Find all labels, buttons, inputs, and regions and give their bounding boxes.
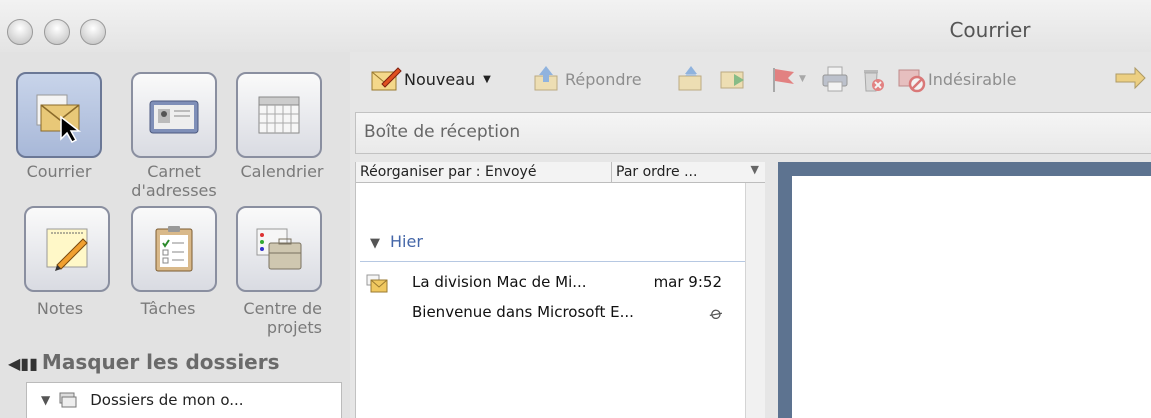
tasks-icon — [155, 226, 193, 272]
hide-folders-label: Masquer les dossiers — [41, 350, 280, 374]
reply-all-icon — [678, 66, 702, 91]
print-icon — [822, 66, 848, 92]
reply-button[interactable]: Répondre — [532, 64, 642, 94]
title-bar: Courrier — [0, 0, 1151, 52]
group-label: Hier — [390, 232, 423, 251]
calendar-app-button[interactable] — [236, 72, 322, 158]
junk-icon — [898, 69, 926, 93]
reply-label: Répondre — [565, 69, 642, 89]
unread-envelope-icon — [366, 274, 388, 293]
print-button[interactable] — [820, 64, 850, 94]
move-button[interactable] — [1113, 64, 1147, 94]
sort-order-caret-icon: ▼ — [750, 163, 759, 176]
flag-icon — [773, 68, 794, 92]
calendar-icon — [258, 96, 300, 134]
junk-button[interactable]: Indésirable — [896, 64, 1016, 94]
forward-icon — [720, 71, 744, 89]
folder-stack-icon — [59, 392, 77, 408]
address-book-app-label: Carnet d'adresses — [131, 162, 217, 200]
move-icon — [1115, 66, 1146, 90]
notes-icon — [46, 228, 88, 271]
flag-button[interactable]: ▼ — [768, 64, 806, 94]
attachment-icon: ⌀ — [706, 301, 728, 326]
mailbox-title: Boîte de réception — [364, 122, 521, 142]
reply-icon — [534, 66, 558, 91]
new-message-button[interactable]: Nouveau ▼ — [370, 64, 491, 94]
toolbar: Nouveau ▼ Répondre ▼ Indésirable — [350, 52, 1151, 102]
notes-app-button[interactable] — [24, 206, 110, 292]
calendar-app-label: Calendrier — [240, 162, 324, 181]
disclosure-triangle-icon[interactable]: ▼ — [370, 236, 380, 251]
tasks-app-label: Tâches — [140, 299, 196, 318]
mail-app-button[interactable] — [16, 72, 102, 158]
flag-dropdown-arrow-icon[interactable]: ▼ — [799, 74, 806, 84]
message-sender: La division Mac de Mi... — [412, 273, 587, 291]
tasks-app-button[interactable] — [131, 206, 217, 292]
message-row[interactable]: La division Mac de Mi... mar 9:52 — [412, 273, 722, 291]
new-message-label: Nouveau — [404, 69, 476, 89]
delete-button[interactable] — [857, 64, 887, 94]
preview-content — [792, 176, 1151, 418]
project-center-app-button[interactable] — [236, 206, 322, 292]
junk-label: Indésirable — [928, 69, 1017, 89]
sort-order-dropdown[interactable]: Par ordre ... ▼ — [611, 162, 765, 182]
mail-app-label: Courrier — [26, 162, 92, 181]
sort-order-label: Par ordre ... — [616, 164, 698, 180]
folder-tree: ▼ Dossiers de mon o... — [26, 382, 342, 418]
new-message-icon — [371, 67, 402, 91]
notes-app-label: Notes — [36, 299, 84, 318]
disclosure-triangle-icon[interactable]: ▼ — [41, 393, 50, 407]
address-book-app-button[interactable] — [131, 72, 217, 158]
project-center-icon — [256, 228, 302, 270]
mail-icon — [36, 94, 82, 143]
sidebar: Courrier Carnet d'adresses Calendrier No… — [0, 52, 350, 418]
sort-bar: Réorganiser par : Envoyé Par ordre ... ▼ — [356, 162, 765, 183]
trash-icon — [864, 70, 884, 92]
message-list-scrollbar[interactable] — [745, 183, 765, 418]
collapse-icon: ◀▮▮ — [8, 354, 38, 373]
folder-tree-root[interactable]: ▼ Dossiers de mon o... — [41, 391, 244, 409]
dropdown-arrow-icon[interactable]: ▼ — [483, 74, 491, 85]
zoom-window-button[interactable] — [80, 19, 106, 45]
folder-tree-root-label: Dossiers de mon o... — [90, 391, 244, 409]
address-book-icon — [149, 100, 199, 134]
sort-by-dropdown[interactable]: Réorganiser par : Envoyé — [360, 164, 536, 180]
message-time: mar 9:52 — [653, 273, 722, 291]
hide-folders-toggle[interactable]: ◀▮▮ Masquer les dossiers — [8, 350, 280, 374]
preview-pane — [778, 162, 1151, 418]
message-list: Réorganiser par : Envoyé Par ordre ... ▼… — [355, 162, 765, 418]
minimize-window-button[interactable] — [44, 19, 70, 45]
mailbox-header: Boîte de réception — [355, 112, 1151, 154]
close-window-button[interactable] — [7, 19, 33, 45]
project-center-app-label: Centre de projets — [243, 299, 322, 337]
reply-all-button[interactable] — [676, 64, 706, 94]
group-header-yesterday[interactable]: ▼ Hier — [360, 232, 745, 262]
message-row-subject[interactable]: Bienvenue dans Microsoft E... ⌀ — [412, 302, 727, 325]
forward-button[interactable] — [718, 64, 748, 94]
message-subject: Bienvenue dans Microsoft E... — [412, 303, 634, 321]
window-title: Courrier — [949, 18, 1031, 42]
